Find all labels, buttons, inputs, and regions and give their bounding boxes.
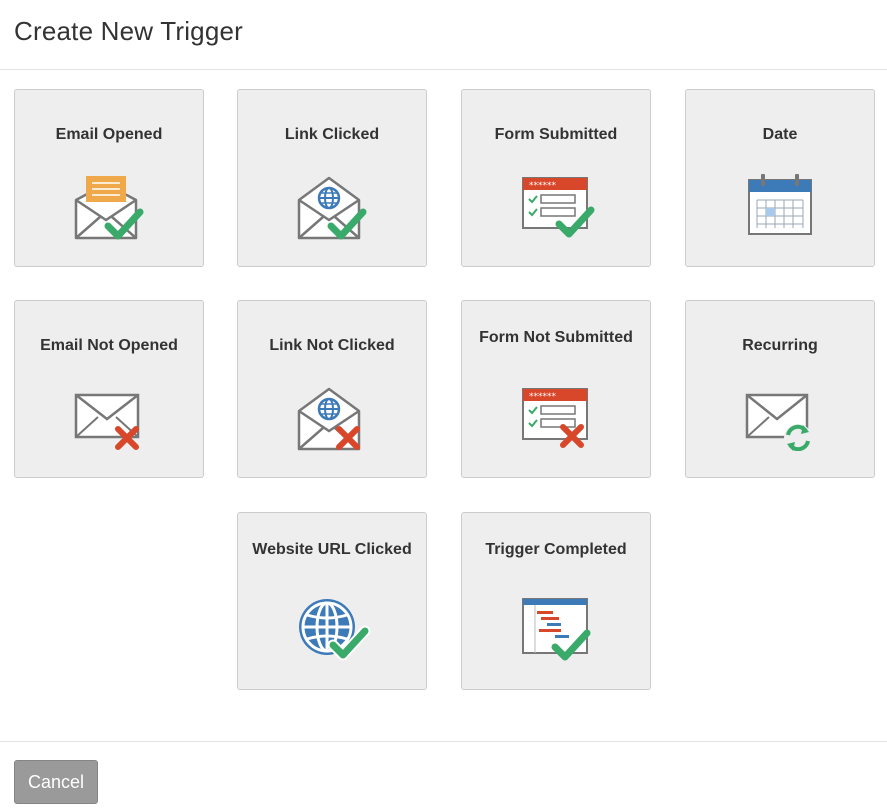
trigger-card-email-opened[interactable]: Email Opened — [14, 89, 204, 267]
link-not-clicked-icon — [293, 381, 373, 451]
form-submitted-icon: ****** — [517, 170, 597, 240]
trigger-label: Form Not Submitted — [479, 329, 633, 346]
trigger-card-trigger-completed[interactable]: Trigger Completed — [461, 512, 651, 690]
trigger-label: Email Opened — [55, 126, 163, 143]
cancel-button[interactable]: Cancel — [14, 760, 98, 804]
svg-text:******: ****** — [529, 181, 557, 191]
trigger-card-link-not-clicked[interactable]: Link Not Clicked — [237, 300, 427, 478]
trigger-label: Link Not Clicked — [269, 337, 395, 354]
trigger-card-date[interactable]: Date — [685, 89, 875, 267]
form-not-submitted-icon: ****** — [517, 381, 597, 451]
trigger-card-form-not-submitted[interactable]: Form Not Submitted ****** — [461, 300, 651, 478]
dialog-title: Create New Trigger — [14, 16, 244, 46]
trigger-card-recurring[interactable]: Recurring — [685, 300, 875, 478]
calendar-icon — [741, 170, 821, 240]
trigger-card-email-not-opened[interactable]: Email Not Opened — [14, 300, 204, 478]
email-not-opened-icon — [70, 381, 150, 451]
trigger-card-website-url-clicked[interactable]: Website URL Clicked — [237, 512, 427, 690]
dialog-footer: Cancel — [0, 741, 887, 812]
svg-text:******: ****** — [529, 392, 557, 402]
link-clicked-icon — [293, 170, 373, 240]
trigger-label: Trigger Completed — [485, 541, 627, 558]
trigger-card-link-clicked[interactable]: Link Clicked — [237, 89, 427, 267]
globe-icon — [293, 593, 373, 663]
recurring-icon — [741, 381, 821, 451]
trigger-label: Email Not Opened — [40, 337, 178, 354]
email-opened-icon — [70, 170, 150, 240]
trigger-label: Recurring — [742, 337, 818, 354]
trigger-completed-icon — [517, 593, 597, 663]
trigger-label: Date — [762, 126, 798, 143]
trigger-label: Form Submitted — [494, 126, 618, 143]
trigger-card-form-submitted[interactable]: Form Submitted ****** — [461, 89, 651, 267]
trigger-label: Website URL Clicked — [252, 541, 412, 558]
trigger-label: Link Clicked — [284, 126, 380, 143]
dialog-header: Create New Trigger — [0, 0, 887, 70]
